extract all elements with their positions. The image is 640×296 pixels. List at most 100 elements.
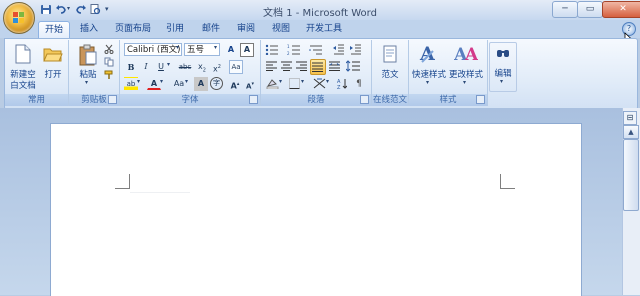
view-ruler-icon[interactable]: ⊟: [623, 111, 637, 125]
new-document-button[interactable]: 新建空 白文档: [8, 42, 38, 91]
justify-button[interactable]: [310, 59, 326, 75]
superscript-icon[interactable]: x2: [210, 60, 224, 74]
tab-developer[interactable]: 开发工具: [303, 21, 345, 37]
borders-icon[interactable]: [289, 78, 300, 89]
undo-icon[interactable]: [55, 4, 67, 15]
template-button[interactable]: 范文: [375, 42, 405, 82]
document-page[interactable]: [50, 123, 582, 296]
strikethrough-icon[interactable]: abc: [176, 60, 194, 74]
clipboard-dialog-launcher[interactable]: [108, 95, 117, 104]
increase-indent-icon[interactable]: [350, 44, 362, 55]
phonetic-guide-icon[interactable]: A: [224, 43, 238, 57]
paste-clipboard-icon: [79, 44, 97, 66]
styles-dialog-launcher[interactable]: [476, 95, 485, 104]
svg-text:Z: Z: [337, 85, 341, 89]
template-label: 范文: [381, 70, 399, 80]
open-button[interactable]: 打开: [40, 42, 66, 82]
font-color-icon[interactable]: A: [147, 77, 161, 90]
chinese-layout-icon[interactable]: [313, 78, 326, 89]
template-document-icon: [383, 45, 397, 63]
format-painter-icon[interactable]: [104, 70, 114, 80]
margin-corner-top-right: [500, 174, 515, 189]
text-highlight-icon[interactable]: ab: [124, 77, 138, 91]
font-name-dropdown-icon[interactable]: ▾: [176, 44, 179, 51]
open-label: 打开: [44, 70, 62, 80]
editing-dropdown-icon: ▾: [500, 78, 504, 85]
align-center-icon[interactable]: [281, 61, 292, 71]
tab-home[interactable]: 开始: [38, 21, 70, 38]
numbering-icon[interactable]: 12: [287, 44, 301, 55]
tab-references[interactable]: 引用: [160, 21, 190, 37]
svg-text:1: 1: [287, 44, 290, 49]
font-size-dropdown-icon[interactable]: ▾: [214, 44, 217, 51]
distributed-icon[interactable]: [329, 61, 340, 71]
decrease-indent-icon[interactable]: [333, 44, 345, 55]
character-border-icon[interactable]: A: [240, 43, 254, 57]
cut-icon[interactable]: [104, 44, 114, 54]
open-folder-icon: [43, 48, 63, 62]
office-logo-icon: [13, 12, 24, 23]
sort-icon[interactable]: AZ: [337, 78, 347, 89]
multilevel-list-icon[interactable]: [309, 44, 323, 55]
bold-icon[interactable]: B: [124, 60, 138, 74]
tab-view[interactable]: 视图: [266, 21, 296, 37]
scrollbar-thumb[interactable]: [623, 139, 639, 211]
italic-icon[interactable]: I: [139, 60, 153, 74]
save-icon[interactable]: [40, 4, 52, 15]
scroll-up-icon[interactable]: ▲: [623, 125, 639, 139]
font-dialog-launcher[interactable]: [249, 95, 258, 104]
underline-icon[interactable]: U: [154, 60, 168, 74]
paste-dropdown-icon: ▾: [85, 79, 89, 86]
shrink-font-icon[interactable]: A▾: [243, 77, 257, 91]
close-button[interactable]: ✕: [602, 1, 640, 18]
line-spacing-icon[interactable]: [346, 60, 360, 72]
highlight-dropdown-icon[interactable]: ▾: [137, 78, 140, 85]
tab-review[interactable]: 审阅: [231, 21, 261, 37]
shading-icon[interactable]: [266, 78, 279, 89]
subscript-icon[interactable]: x2: [195, 60, 209, 74]
group-paragraph-label: 段落: [261, 94, 371, 106]
customize-qat-icon[interactable]: ▾: [105, 5, 109, 13]
editing-button[interactable]: 编辑 ▾: [489, 42, 517, 92]
shading-dropdown-icon[interactable]: ▾: [279, 78, 282, 85]
svg-text:2: 2: [287, 51, 290, 55]
group-online-label: 在线范文: [372, 94, 408, 106]
change-styles-button[interactable]: A A 更改样式 ▾: [448, 42, 484, 90]
borders-dropdown-icon[interactable]: ▾: [301, 78, 304, 85]
minimize-button[interactable]: ─: [552, 1, 578, 18]
quick-styles-dropdown-icon: ▾: [426, 79, 430, 86]
chinese-layout-dropdown-icon[interactable]: ▾: [326, 78, 329, 85]
enclose-characters-icon[interactable]: 字: [210, 77, 223, 90]
undo-dropdown-icon[interactable]: ▾: [67, 5, 70, 12]
show-formatting-marks-icon[interactable]: ¶: [352, 77, 366, 91]
redo-icon[interactable]: [75, 4, 87, 15]
copy-icon[interactable]: [104, 57, 114, 67]
change-styles-icon: A A: [454, 45, 478, 64]
new-document-icon: [15, 44, 31, 64]
paragraph-dialog-launcher[interactable]: [360, 95, 369, 104]
maximize-button[interactable]: ▭: [577, 1, 603, 18]
align-right-icon[interactable]: [296, 61, 307, 71]
tab-mailings[interactable]: 邮件: [196, 21, 226, 37]
group-common-label: 常用: [5, 94, 68, 106]
change-styles-dropdown-icon: ▾: [463, 79, 467, 86]
change-case-dropdown-icon[interactable]: ▾: [185, 78, 188, 85]
font-name-select[interactable]: Calibri (西文): [124, 43, 182, 56]
font-color-dropdown-icon[interactable]: ▾: [160, 78, 163, 85]
tab-insert[interactable]: 插入: [74, 21, 104, 37]
clear-formatting-icon[interactable]: Aa: [229, 60, 243, 74]
underline-dropdown-icon[interactable]: ▾: [167, 61, 170, 68]
grow-font-icon[interactable]: A▴: [228, 77, 242, 91]
align-left-icon[interactable]: [266, 61, 277, 71]
find-binoculars-icon: [497, 50, 509, 57]
tab-page-layout[interactable]: 页面布局: [112, 21, 154, 37]
font-name-value: Calibri (西文): [127, 45, 181, 55]
office-button[interactable]: [3, 2, 35, 34]
new-document-label-2: 白文档: [10, 81, 36, 91]
print-preview-icon[interactable]: [89, 4, 101, 15]
svg-text:A: A: [464, 45, 478, 64]
quick-styles-button[interactable]: A 快速样式 ▾: [411, 42, 447, 90]
bullets-icon[interactable]: [265, 44, 279, 55]
character-shading-icon[interactable]: A: [194, 77, 208, 91]
paste-button[interactable]: 粘贴 ▾: [75, 42, 101, 90]
